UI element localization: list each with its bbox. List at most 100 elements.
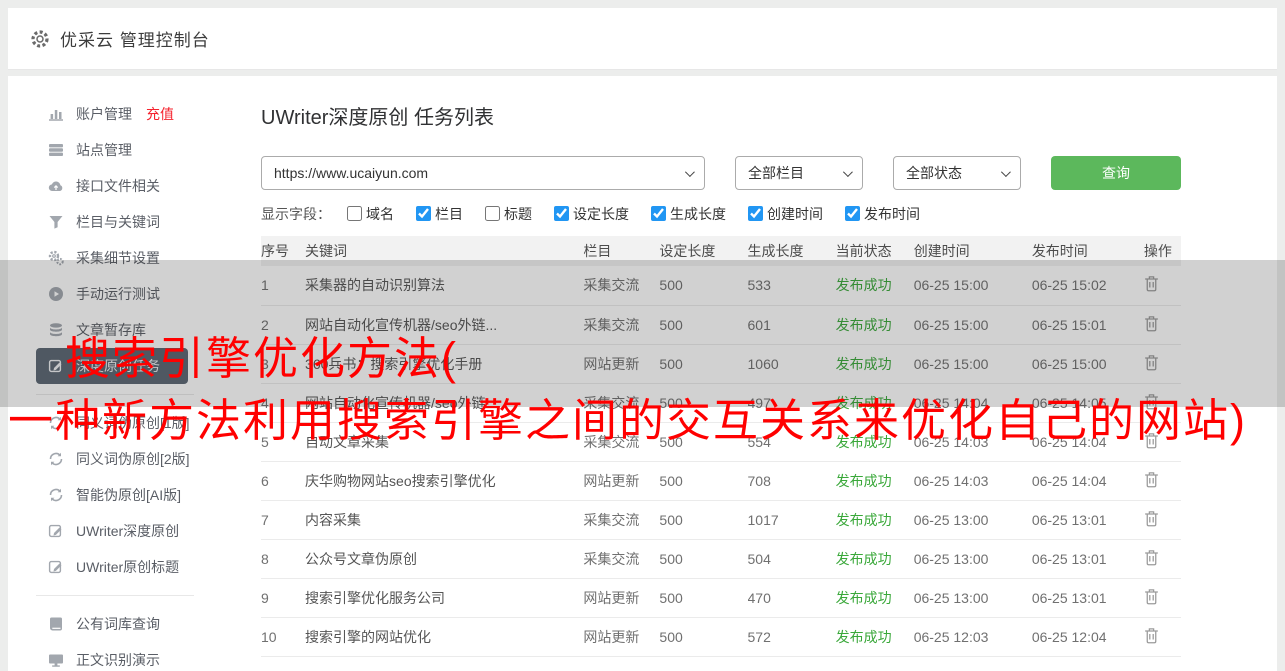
cell-kw: 网站自动化宣传机器/seo外链... [305,305,584,345]
delete-button[interactable] [1144,549,1159,566]
delete-button[interactable] [1144,315,1159,332]
refresh-icon [48,451,64,467]
cell-cat: 采集交流 [583,500,660,540]
table-row: 10 搜索引擎的网站优化 网站更新 500 572 发布成功 06-25 12:03 06-2… [261,617,1181,657]
table-row: 6 庆华购物网站seo搜索引擎优化 网站更新 500 708 发布成功 06-25 14:0… [261,461,1181,501]
sidebar-item[interactable]: UWriter原创标题 [36,549,188,585]
cell-cr: 06-25 13:00 [913,578,1032,618]
filter-row: https://www.ucaiyun.com 全部栏目 全部状态 查询 [261,156,1181,190]
cell-cr: 06-25 13:00 [913,500,1032,540]
cell-kw: 内容采集 [305,500,584,540]
cell-cat: 采集交流 [583,266,660,306]
recharge-badge[interactable]: 充值 [146,104,174,124]
sidebar-item[interactable]: 正文识别演示 [36,642,188,671]
content-area: UWriter深度原创 任务列表 https://www.ucaiyun.com… [253,76,1277,671]
table-row: 3 360兵书：搜索引擎优化手册 网站更新 500 1060 发布成功 06-25 15:0… [261,344,1181,384]
delete-button[interactable] [1144,471,1159,488]
cell-set: 500 [659,578,748,618]
sidebar-item[interactable]: 深度原创任务 [36,348,188,384]
checkbox-input[interactable] [554,206,569,222]
sidebar-item[interactable]: 账户管理 充值 [36,96,188,132]
delete-button[interactable] [1144,588,1159,605]
column-header: 关键词 [305,243,348,259]
chevron-down-icon [842,166,853,177]
cell-actions [1143,305,1181,345]
field-checkbox[interactable]: 栏目 [416,204,463,224]
cell-cat: 采集交流 [583,422,660,462]
edit-icon [48,523,64,539]
sidebar-item[interactable]: UWriter深度原创 [36,513,188,549]
delete-button[interactable] [1144,354,1159,371]
status-select[interactable]: 全部状态 [893,156,1021,190]
cell-set: 500 [659,305,748,345]
sidebar-item[interactable]: 同义词伪原创[1版] [36,405,190,441]
delete-button[interactable] [1144,393,1159,410]
cell-pub: 06-25 14:04 [1031,461,1144,501]
sidebar-item-label: 公有词库查询 [76,616,160,632]
checkbox-input[interactable] [347,206,362,222]
column-select[interactable]: 全部栏目 [735,156,863,190]
cell-kw: 采集器的自动识别算法 [305,266,584,306]
sidebar-item-label: 正文识别演示 [76,652,160,668]
site-select-value: https://www.ucaiyun.com [274,165,429,181]
cell-gen: 1060 [747,344,836,384]
checkbox-input[interactable] [416,206,431,222]
delete-button[interactable] [1144,275,1159,292]
field-checkbox[interactable]: 标题 [485,204,532,224]
cell-pub: 06-25 15:01 [1031,305,1144,345]
app-header: 优采云 管理控制台 [8,8,1277,70]
cell-no: 8 [261,539,306,579]
trash-icon [1145,549,1158,565]
sidebar-item[interactable]: 站点管理 [36,132,188,168]
checkbox-input[interactable] [651,206,666,222]
column-header: 发布时间 [1031,243,1088,259]
cell-status: 发布成功 [835,305,914,345]
cell-pub: 06-25 13:01 [1031,578,1144,618]
chevron-down-icon [1000,166,1011,177]
sidebar-item[interactable]: 接口文件相关 [36,168,188,204]
column-header: 设定长度 [659,243,716,259]
field-checkbox[interactable]: 创建时间 [748,204,823,224]
sidebar-item[interactable]: 采集细节设置 [36,240,188,276]
field-checkbox[interactable]: 域名 [347,204,394,224]
refresh-icon [48,487,64,503]
cell-status: 发布成功 [835,344,914,384]
delete-button[interactable] [1144,627,1159,644]
field-checkbox[interactable]: 设定长度 [554,204,629,224]
display-fields-label: 显示字段： [261,206,331,222]
field-checkbox-label: 生成长度 [670,205,726,222]
sidebar-item-label: 文章暂存库 [76,322,146,338]
delete-button[interactable] [1144,510,1159,527]
cell-set: 500 [659,266,748,306]
query-button[interactable]: 查询 [1051,156,1181,190]
cell-actions [1143,266,1181,306]
checkbox-input[interactable] [485,206,500,222]
field-checkbox-label: 发布时间 [864,205,920,222]
checkbox-input[interactable] [748,206,763,222]
field-checkbox[interactable]: 发布时间 [845,204,920,224]
cell-no: 4 [261,383,306,423]
sidebar-item-label: 深度原创任务 [76,358,160,374]
cloud-upload-icon [48,178,64,194]
sidebar-item[interactable]: 文章暂存库 [36,312,188,348]
field-checkbox[interactable]: 生成长度 [651,204,726,224]
column-header: 当前状态 [835,243,892,259]
cell-no: 6 [261,461,306,501]
sidebar-item-label: 栏目与关键词 [76,214,160,230]
site-select[interactable]: https://www.ucaiyun.com [261,156,705,190]
cell-no: 3 [261,344,306,384]
sidebar-item[interactable]: 公有词库查询 [36,606,188,642]
cell-kw: 公众号文章伪原创 [305,539,584,579]
cell-pub: 06-25 15:02 [1031,266,1144,306]
delete-button[interactable] [1144,432,1159,449]
cell-no: 5 [261,422,306,462]
checkbox-input[interactable] [845,206,860,222]
sidebar-item[interactable]: 栏目与关键词 [36,204,188,240]
cell-no: 1 [261,266,306,306]
field-checkbox-label: 设定长度 [573,205,629,222]
sidebar-item[interactable]: 同义词伪原创[2版] [36,441,190,477]
sidebar-item[interactable]: 智能伪原创[AI版] [36,477,188,513]
cell-kw: 自动文章采集 [305,422,584,462]
sidebar-item[interactable]: 手动运行测试 [36,276,188,312]
sidebar-item-label: 站点管理 [76,142,132,158]
